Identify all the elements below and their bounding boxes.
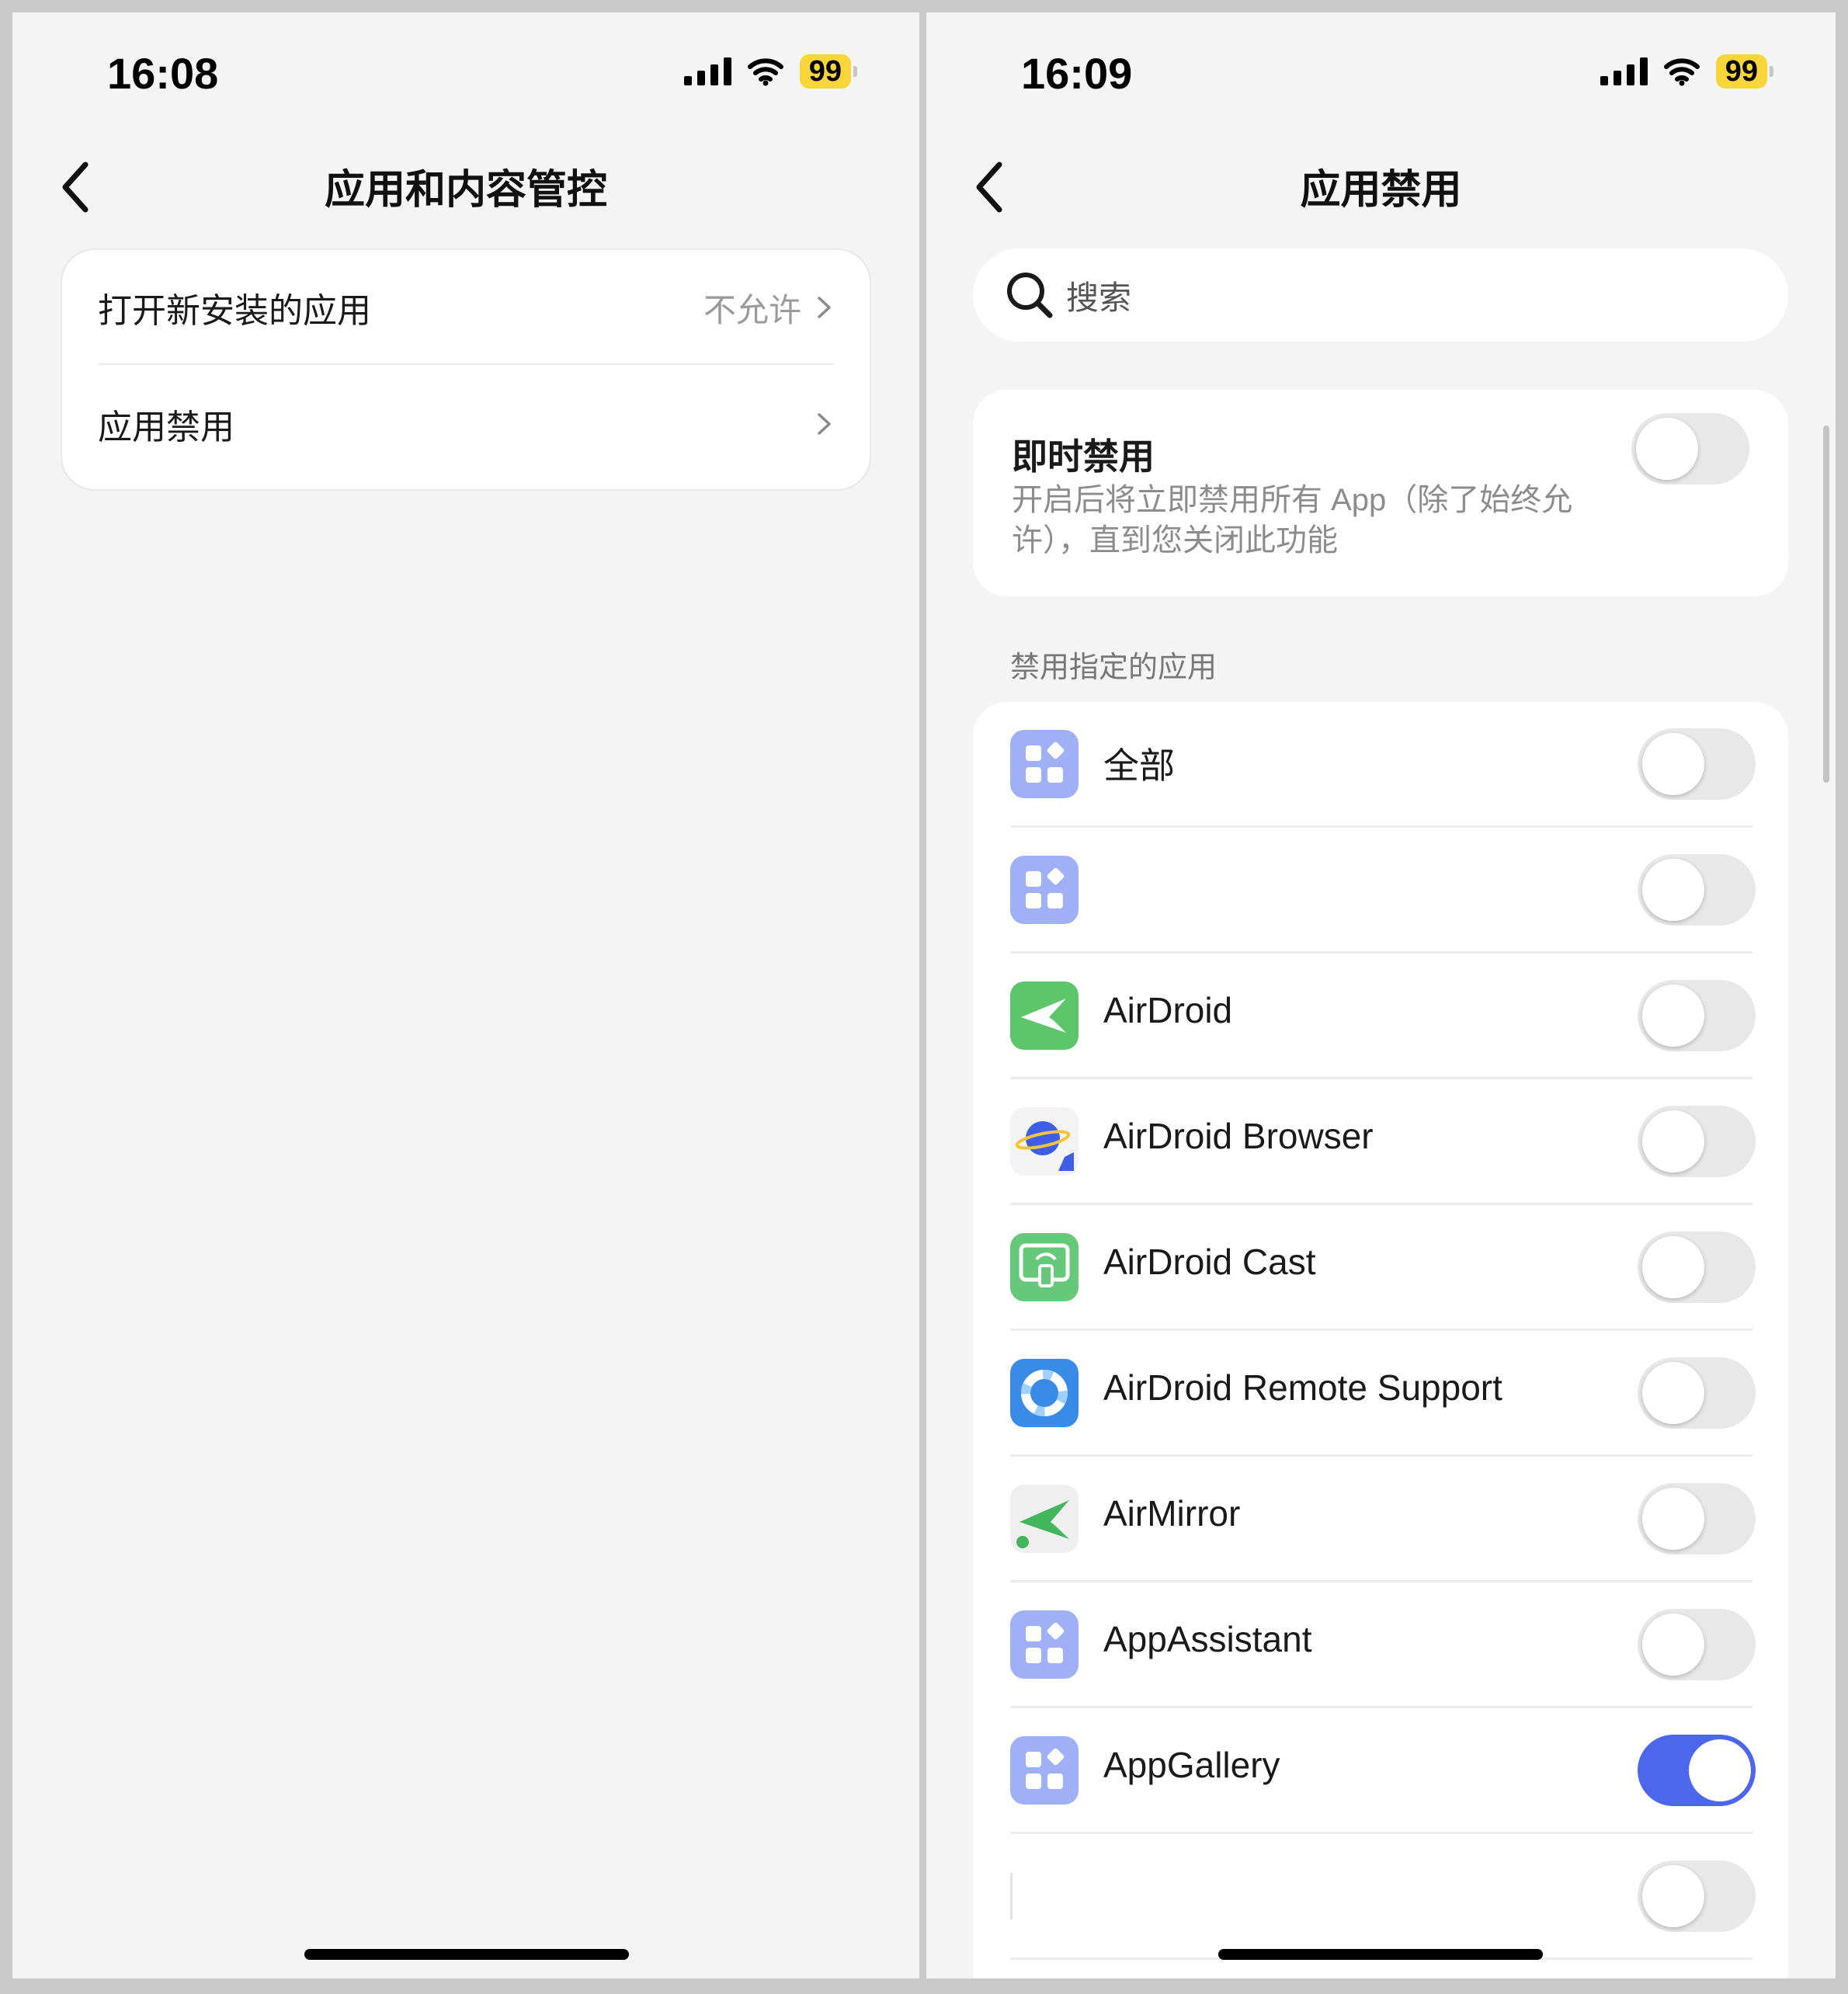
home-indicator[interactable] <box>304 1949 629 1960</box>
page-title: 应用和内容管控 <box>324 168 607 213</box>
app-disable-toggle[interactable] <box>1638 854 1756 926</box>
generic-app-icon <box>1010 730 1079 798</box>
generic-app-icon <box>1010 856 1079 924</box>
airdroid-remote-support-icon <box>1010 1359 1079 1427</box>
app-list: 全部 AirDroid AirDroid Browser AirDroid Cast A… <box>973 702 1788 1978</box>
app-disable-toggle[interactable] <box>1638 1106 1756 1177</box>
search-icon <box>1007 273 1053 318</box>
status-icons: 99 <box>1600 53 1773 90</box>
instant-disable-title: 即时禁用 <box>1012 436 1155 477</box>
app-disable-toggle[interactable] <box>1638 1231 1756 1303</box>
status-time: 16:09 <box>1021 49 1133 98</box>
battery-icon: 99 <box>1715 54 1773 89</box>
app-name: AirDroid Browser <box>1103 1116 1374 1156</box>
app-name: AirDroid <box>1103 990 1233 1030</box>
airdroid-icon <box>1010 981 1079 1050</box>
chevron-right-icon <box>818 297 831 318</box>
app-disable-toggle[interactable] <box>1638 1483 1756 1555</box>
app-row[interactable]: AppGallery <box>973 1708 1788 1834</box>
section-label: 禁用指定的应用 <box>1010 651 1218 684</box>
divider <box>98 363 834 365</box>
app-row[interactable]: AirDroid Remote Support <box>973 1331 1788 1457</box>
app-name: AppGallery <box>1103 1745 1280 1785</box>
app-disable-toggle[interactable] <box>1638 980 1756 1051</box>
search-input[interactable]: 搜索 <box>973 248 1788 342</box>
menu-item-value: 不允许 <box>703 291 801 328</box>
cellular-signal-icon <box>683 57 731 85</box>
app-row[interactable]: AppAssistant <box>973 1582 1788 1708</box>
app-row[interactable] <box>973 1834 1788 1960</box>
status-time: 16:08 <box>107 49 219 98</box>
app-name: AppAssistant <box>1103 1619 1312 1659</box>
app-name: AirDroid Cast <box>1103 1242 1316 1282</box>
left-screen: 16:08 99 应用和内容管控 打开新安装的应用 不允许 应用禁用 <box>12 12 919 1978</box>
generic-app-icon <box>1010 1736 1079 1805</box>
settings-card: 打开新安装的应用 不允许 应用禁用 <box>61 248 871 491</box>
airmirror-icon <box>1010 1485 1079 1553</box>
chevron-right-icon <box>818 413 831 435</box>
menu-item-label: 打开新安装的应用 <box>98 292 371 330</box>
app-row[interactable]: AirDroid <box>973 954 1788 1079</box>
battery-level: 99 <box>799 54 851 89</box>
airdroid-cast-icon <box>1010 1233 1079 1301</box>
menu-item-open-new-apps[interactable]: 打开新安装的应用 不允许 <box>62 250 870 365</box>
battery-icon: 99 <box>799 54 857 89</box>
right-screen: 16:09 99 应用禁用 搜索 即时禁用 开启后将立即禁用所有 App（除了始… <box>926 12 1836 1978</box>
wifi-icon <box>1663 58 1700 86</box>
app-disable-toggle[interactable] <box>1638 1860 1756 1932</box>
app-disable-toggle[interactable] <box>1638 1735 1756 1806</box>
generic-app-icon <box>1010 1610 1079 1679</box>
status-icons: 99 <box>683 53 857 90</box>
app-name: AirDroid Remote Support <box>1103 1367 1502 1408</box>
blank-icon <box>1010 1862 1079 1930</box>
search-placeholder: 搜索 <box>1066 279 1132 316</box>
app-name: AirMirror <box>1103 1493 1241 1534</box>
instant-disable-card: 即时禁用 开启后将立即禁用所有 App（除了始终允许），直到您关闭此功能 <box>973 390 1788 596</box>
menu-item-label: 应用禁用 <box>98 408 234 446</box>
menu-item-app-disable[interactable]: 应用禁用 <box>62 366 870 481</box>
app-disable-toggle[interactable] <box>1638 1609 1756 1680</box>
app-row[interactable]: 全部 <box>973 702 1788 828</box>
instant-disable-toggle[interactable] <box>1631 413 1749 485</box>
scrollbar[interactable] <box>1823 426 1829 783</box>
airdroid-browser-icon <box>1010 1107 1079 1176</box>
cellular-signal-icon <box>1600 57 1648 85</box>
page-title: 应用禁用 <box>1300 168 1462 213</box>
app-disable-toggle[interactable] <box>1638 1357 1756 1429</box>
app-row[interactable]: AirDroid Cast <box>973 1205 1788 1331</box>
wifi-icon <box>747 58 783 86</box>
home-indicator[interactable] <box>1218 1949 1543 1960</box>
app-name: 全部 <box>1103 745 1175 786</box>
battery-level: 99 <box>1715 54 1767 89</box>
app-row[interactable]: AirMirror <box>973 1457 1788 1582</box>
app-disable-toggle[interactable] <box>1638 728 1756 800</box>
app-row[interactable] <box>973 828 1788 954</box>
instant-disable-description: 开启后将立即禁用所有 App（除了始终允许），直到您关闭此功能 <box>1012 483 1573 558</box>
app-row[interactable]: AirDroid Browser <box>973 1079 1788 1205</box>
